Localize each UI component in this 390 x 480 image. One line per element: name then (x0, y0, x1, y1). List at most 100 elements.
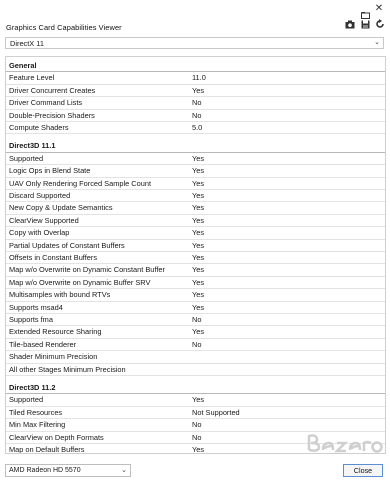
row-label: Offsets in Constant Buffers (9, 253, 98, 262)
api-dropdown[interactable]: DirectX 11 ⌄ (5, 37, 384, 49)
row-label: Logic Ops in Blend State (9, 166, 91, 176)
row-value: Yes (192, 215, 205, 225)
row-value: Yes (192, 327, 205, 337)
row-value: Yes (192, 153, 205, 163)
table-row[interactable]: Double-Precision Shaders No (6, 109, 385, 122)
row-label: Tiled Resources (9, 407, 63, 417)
table-row[interactable]: UAV Only Rendering Forced Sample Count Ye… (6, 177, 385, 190)
row-label: Double-Precision Shaders (9, 110, 95, 120)
row-value: Yes (192, 85, 205, 95)
row-label: New Copy & Update Semantics (9, 203, 113, 213)
row-label: ClearView Supported (9, 215, 79, 225)
row-label: Supports fma (9, 315, 53, 324)
section-title: Direct3D 11.1 (9, 141, 56, 151)
row-label: Multisamples with bound RTVs (9, 290, 111, 300)
close-button[interactable]: Close (343, 464, 383, 477)
table-row[interactable]: Supports msad4 Yes (6, 301, 385, 314)
row-value: No (192, 110, 202, 120)
table-row[interactable]: Discard Supported Yes (6, 189, 385, 203)
row-value: No (192, 420, 202, 430)
row-value: Yes (192, 228, 205, 238)
section-header[interactable]: Direct3D 11.1 (6, 139, 385, 153)
row-label: Partial Updates of Constant Buffers (9, 240, 125, 250)
camera-icon[interactable] (345, 19, 355, 29)
row-value: Yes (192, 395, 205, 405)
row-label: Extended Resource Sharing (9, 327, 102, 337)
open-icon[interactable] (360, 10, 370, 20)
row-value: No (192, 315, 202, 324)
api-dropdown-value: DirectX 11 (10, 39, 44, 48)
table-row[interactable]: ClearView Supported Yes (6, 214, 385, 228)
section-title: General (9, 61, 37, 70)
table-row[interactable]: Driver Command Lists No (6, 96, 385, 110)
row-value: Yes (192, 191, 205, 200)
row-label: Supported (9, 153, 44, 163)
table-row[interactable]: Offsets in Constant Buffers Yes (6, 251, 385, 265)
row-value: Not Supported (192, 407, 240, 417)
capabilities-table[interactable]: General Feature Level 11.0 Driver Concurren… (5, 56, 386, 454)
table-row[interactable]: New Copy & Update Semantics Yes (6, 201, 385, 215)
row-label: Supports msad4 (9, 302, 63, 312)
row-label: Discard Supported (9, 191, 71, 200)
table-row[interactable]: Driver Concurrent Creates Yes (6, 84, 385, 98)
row-label: Supported (9, 395, 44, 405)
row-value: No (192, 432, 202, 442)
table-row[interactable]: Min Max Filtering No (6, 418, 385, 432)
row-label: Map w/o Overwrite on Dynamic Constant Bu… (9, 265, 165, 275)
table-row[interactable]: Supports fma No (6, 313, 385, 327)
save-icon[interactable] (360, 19, 370, 29)
section-header[interactable]: Direct3D 11.2 (6, 381, 385, 395)
title-bar: Graphics Card Capabilities Viewer ✕ (0, 0, 390, 34)
table-row[interactable]: Map w/o Overwrite on Dynamic Buffer SRV Y… (6, 276, 385, 290)
gpu-dropdown[interactable]: AMD Radeon HD 5570 ⌄ (5, 464, 131, 477)
row-label: Map w/o Overwrite on Dynamic Buffer SRV (9, 277, 151, 287)
row-label: All other Stages Minimum Precision (9, 364, 126, 374)
row-label: Tile-based Renderer (9, 339, 77, 349)
row-value: Yes (192, 302, 205, 312)
row-value: Yes (192, 178, 205, 188)
table-row[interactable]: Extended Resource Sharing Yes (6, 325, 385, 339)
row-value: No (192, 339, 202, 349)
section-header[interactable]: General (6, 59, 385, 73)
table-row[interactable]: Map on Default Buffers Yes (6, 443, 385, 454)
table-row[interactable]: Supported Yes (6, 393, 385, 407)
table-row[interactable]: Tile-based Renderer No (6, 338, 385, 352)
chevron-down-icon: ⌄ (121, 467, 127, 474)
table-row[interactable]: Multisamples with bound RTVs Yes (6, 288, 385, 302)
table-row[interactable]: All other Stages Minimum Precision (6, 363, 385, 376)
gpu-dropdown-value: AMD Radeon HD 5570 (9, 467, 81, 474)
table-row[interactable]: Feature Level 11.0 (6, 71, 385, 85)
table-row[interactable]: ClearView on Depth Formats No (6, 431, 385, 444)
row-label: Driver Concurrent Creates (9, 85, 96, 95)
table-row[interactable]: Tiled Resources Not Supported (6, 406, 385, 420)
bottom-bar: AMD Radeon HD 5570 ⌄ Close (0, 456, 390, 480)
row-value: Yes (192, 253, 205, 262)
table-row[interactable]: Map w/o Overwrite on Dynamic Constant Bu… (6, 263, 385, 277)
row-label: Compute Shaders (9, 123, 69, 132)
chevron-down-icon: ⌄ (374, 39, 380, 46)
row-value: No (192, 98, 202, 108)
table-row[interactable]: Copy with Overlap Yes (6, 226, 385, 240)
row-value: Yes (192, 240, 205, 250)
row-value: Yes (192, 265, 205, 275)
row-value: 5.0 (192, 123, 203, 132)
row-value: Yes (192, 445, 205, 454)
row-label: ClearView on Depth Formats (9, 432, 104, 442)
row-label: Driver Command Lists (9, 98, 83, 108)
refresh-icon[interactable] (375, 19, 385, 29)
table-row[interactable]: Partial Updates of Constant Buffers Yes (6, 239, 385, 252)
row-label: UAV Only Rendering Forced Sample Count (9, 178, 151, 188)
row-label: Shader Minimum Precision (9, 352, 98, 362)
table-row[interactable]: Shader Minimum Precision (6, 350, 385, 364)
row-value: Yes (192, 290, 205, 300)
row-value: 11.0 (192, 73, 206, 83)
table-row[interactable]: Supported Yes (6, 152, 385, 166)
table-row[interactable]: Compute Shaders 5.0 (6, 121, 385, 135)
table-row[interactable]: Logic Ops in Blend State Yes (6, 164, 385, 178)
section-title: Direct3D 11.2 (9, 383, 56, 392)
row-label: Map on Default Buffers (9, 445, 85, 454)
window-close-icon[interactable]: ✕ (374, 4, 384, 14)
row-value: Yes (192, 166, 205, 176)
window-title: Graphics Card Capabilities Viewer (6, 23, 122, 32)
row-value: Yes (192, 203, 205, 213)
